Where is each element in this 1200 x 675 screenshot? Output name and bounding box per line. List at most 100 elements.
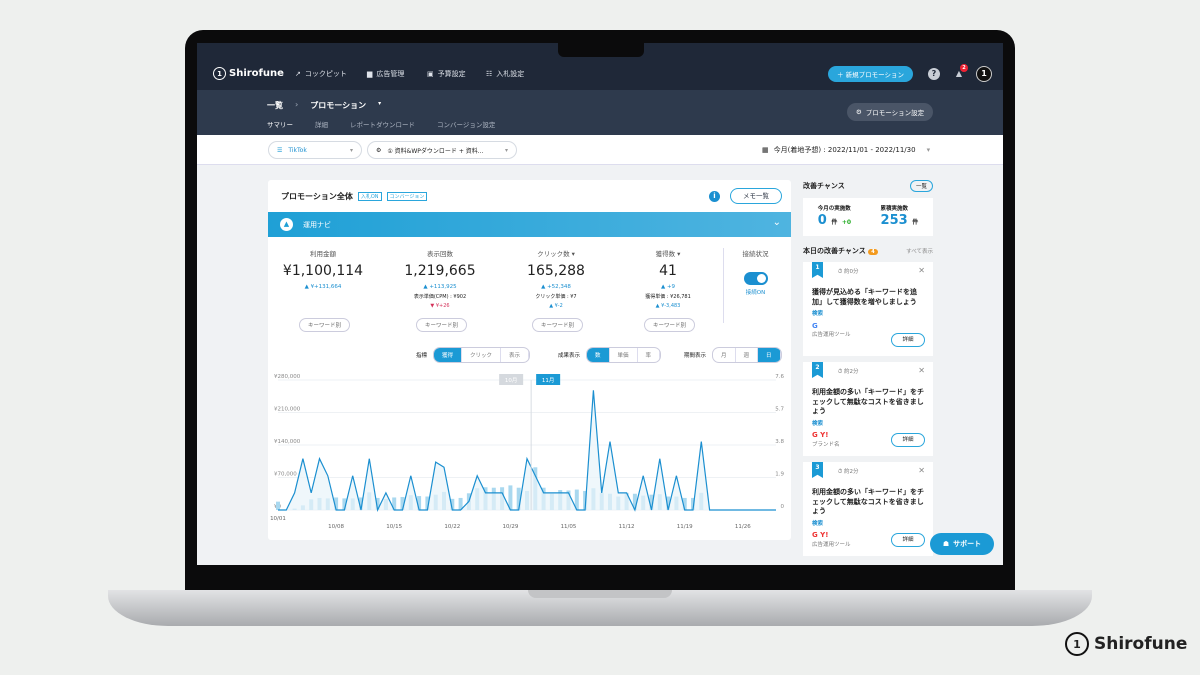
improvement-panel: 改善チャンス 一覧 今月の実施数 0 件 +0 累積実施数 253 件 本日の改善チャ… (803, 180, 933, 556)
kpi-label[interactable]: クリック数 ▾ (501, 248, 611, 258)
x-tick: 10/15 (386, 524, 402, 530)
y-right-tick: 7.6 (775, 374, 784, 380)
delta-text: ¥-3,483 (661, 303, 681, 309)
chevron-down-icon: ▾ (926, 146, 931, 154)
select-value: TikTok (288, 146, 307, 154)
kpi-label: 表示回数 (427, 250, 453, 258)
navi-icon: ▲ (280, 218, 293, 231)
kpi-label[interactable]: 獲得数 ▾ (613, 248, 723, 258)
chance-header: 改善チャンス 一覧 (803, 180, 933, 192)
chance-number: 3 (812, 462, 823, 478)
delta-text: +52,348 (547, 284, 571, 290)
x-tick: 10/08 (328, 524, 344, 530)
gear-icon: ⚙ (855, 108, 862, 116)
nav-label: コックピット (304, 70, 347, 78)
chevron-down-icon: ▾ (349, 146, 353, 154)
detail-button[interactable]: 詳細 (891, 433, 925, 447)
option-week[interactable]: 週 (736, 348, 759, 362)
show-all-link[interactable]: すべて表示 (906, 247, 933, 255)
timer: ⏱ 約0分 (838, 269, 859, 275)
connection-status-text: 接続ON (745, 290, 766, 296)
chance-category: 検索 (812, 420, 824, 427)
account-avatar[interactable]: 1 (976, 66, 992, 82)
nav-cockpit[interactable]: ↗ コックピット (295, 69, 347, 79)
calendar-icon: ▦ (762, 146, 769, 154)
performance-chart: ¥00¥70,0001.9¥140,0003.8¥210,0005.7¥280,… (270, 374, 785, 530)
detail-button[interactable]: 詳細 (891, 533, 925, 547)
keyword-button[interactable]: キーワード別 (644, 318, 696, 332)
support-button[interactable]: ☗ サポート (930, 533, 994, 555)
tag-bid-on: 入札ON (357, 192, 382, 201)
option-count[interactable]: 数 (587, 348, 610, 362)
time-text: 約2分 (844, 469, 859, 475)
option-month[interactable]: 月 (713, 348, 736, 362)
kpi-delta: ▲ +52,348 (541, 284, 571, 290)
button-label: プロモーション設定 (865, 109, 925, 117)
today-count-badge: 4 (868, 249, 878, 255)
chance-category: 検索 (812, 311, 824, 317)
option-unit-price[interactable]: 単価 (610, 348, 638, 362)
chance-list-button[interactable]: 一覧 (909, 180, 933, 192)
chance-text: 獲得が見込める「キーワードを追加」して獲得数を増やしましょう (812, 288, 917, 306)
date-range-select[interactable]: ▦ 今月(着地予想) : 2022/11/01 - 2022/11/30 ▾ (762, 145, 930, 155)
conversion-select[interactable]: ⚙ ① 資料&WPダウンロード + 資料... ▾ (367, 141, 517, 159)
nav-bidding[interactable]: ☷ 入札設定 (486, 69, 524, 79)
x-tick: 11/19 (677, 524, 693, 530)
chance-card: 3 ⏱ 約2分 ✕ 利用金額の多い「キーワード」をチェックして無駄なコストを省きましょ… (803, 462, 933, 556)
card-title: プロモーション全体 入札ON コンバージョン (281, 191, 428, 202)
kpi-clicks: クリック数 ▾ 165,288 ▲ +52,348 クリック単価 : ¥7 ▲ … (501, 248, 611, 332)
metric-segmented: 獲得 クリック 表示 (433, 347, 531, 363)
chance-category: 検索 (812, 520, 824, 527)
keyword-button[interactable]: キーワード別 (532, 318, 584, 332)
stat-value: 253 (880, 213, 908, 228)
option-day[interactable]: 日 (758, 348, 781, 362)
operation-navi-bar[interactable]: ▲ 運用ナビ ⌄ (268, 212, 791, 237)
spend-bar (276, 501, 280, 510)
bell-icon[interactable]: ▲ 2 (953, 64, 968, 80)
y-left-tick: ¥140,000 (274, 439, 301, 445)
time-text: 約2分 (844, 369, 859, 375)
keyword-button[interactable]: キーワード別 (299, 318, 351, 332)
option-impression[interactable]: 表示 (501, 348, 530, 362)
kpi-impressions: 表示回数 1,219,665 ▲ +113,925 表示単価(CPM) : ¥9… (385, 248, 495, 332)
promotion-settings-button[interactable]: ⚙ プロモーション設定 (847, 103, 933, 121)
media-select[interactable]: ☰ TikTok ▾ (268, 141, 362, 159)
nav-budget[interactable]: ▣ 予算設定 (427, 69, 466, 79)
navi-label: 運用ナビ (303, 220, 331, 229)
chevron-down-icon[interactable]: ▾ (378, 100, 381, 111)
title-text: プロモーション全体 (281, 192, 353, 201)
chance-text: 利用金額の多い「キーワード」をチェックして無駄なコストを省きましょう (812, 388, 924, 415)
help-icon[interactable]: ? (928, 68, 940, 80)
chance-number: 2 (812, 362, 823, 378)
kpi-value: ¥1,100,114 (282, 263, 364, 279)
option-click[interactable]: クリック (462, 348, 502, 362)
month-label-nov: 11月 (542, 377, 555, 384)
breadcrumb-promotion[interactable]: プロモーション (310, 100, 366, 111)
connection-status: 接続状況 接続ON (723, 248, 787, 323)
folder-icon: ▆ (367, 70, 373, 78)
kpi-conversions: 獲得数 ▾ 41 ▲ +9 獲得単価 : ¥26,781 ▲ ¥-3,483 キ… (613, 248, 723, 332)
new-promotion-button[interactable]: ＋ 新規プロモーション (828, 66, 913, 82)
select-value: ① 資料&WPダウンロード + 資料... (387, 147, 484, 155)
app-logo[interactable]: 1 Shirofune (213, 67, 284, 80)
memo-list-button[interactable]: メモ一覧 (730, 188, 782, 204)
info-icon[interactable]: i (709, 191, 720, 202)
nav-label: 予算設定 (437, 70, 466, 78)
close-icon[interactable]: ✕ (918, 266, 925, 276)
detail-button[interactable]: 詳細 (891, 333, 925, 347)
laptop-lid-notch (528, 590, 672, 598)
close-icon[interactable]: ✕ (918, 466, 925, 476)
connection-toggle[interactable] (743, 272, 768, 285)
breadcrumb-list[interactable]: 一覧 (267, 100, 283, 111)
timer: ⏱ 約2分 (838, 369, 859, 375)
chevron-down-icon[interactable]: ⌄ (773, 217, 781, 228)
delta-text: +113,925 (429, 284, 457, 290)
option-conversion[interactable]: 獲得 (434, 348, 463, 362)
media-logos: G (812, 321, 818, 330)
x-tick: 10/01 (270, 516, 286, 522)
nav-label: 広告管理 (376, 70, 405, 78)
option-rate[interactable]: 率 (638, 348, 661, 362)
nav-ads[interactable]: ▆ 広告管理 (367, 69, 404, 79)
keyword-button[interactable]: キーワード別 (416, 318, 468, 332)
close-icon[interactable]: ✕ (918, 366, 925, 376)
